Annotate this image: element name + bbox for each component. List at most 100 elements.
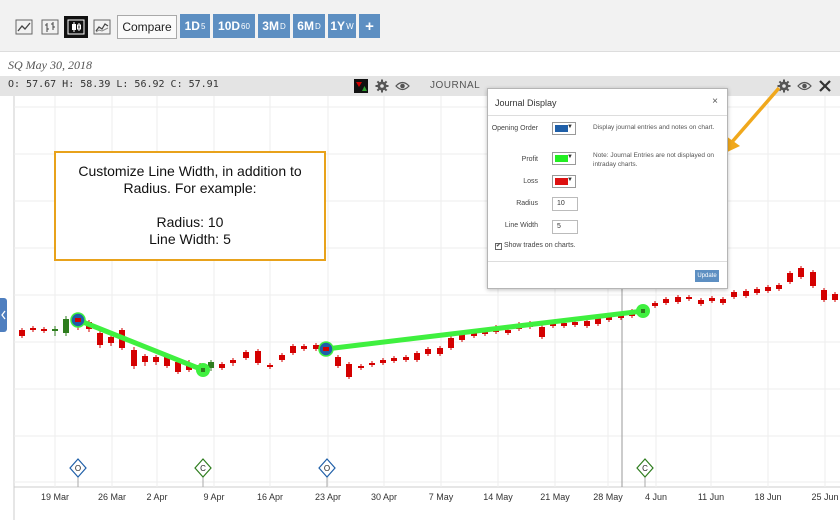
display-note: Display journal entries and notes on cha… <box>593 124 715 131</box>
dialog-title: Journal Display <box>495 98 557 108</box>
candle-body <box>698 300 704 304</box>
range-label: 6M <box>297 19 314 33</box>
x-axis-tick-label: 21 May <box>540 492 570 502</box>
journal-toggle-icon[interactable] <box>353 78 369 94</box>
marker-label: C <box>642 464 648 473</box>
range-label: + <box>365 17 374 35</box>
line-chart-icon[interactable] <box>12 16 36 38</box>
candle-body <box>425 349 431 354</box>
range-1y-button[interactable]: 1Y W <box>328 14 356 38</box>
range-sub: W <box>346 21 354 31</box>
candle-body <box>97 333 103 345</box>
line-width-input[interactable]: 5 <box>552 220 578 234</box>
radius-label: Radius <box>516 200 538 207</box>
x-axis-tick-label: 14 May <box>483 492 513 502</box>
x-axis-tick-label: 7 May <box>429 492 454 502</box>
range-label: 3M <box>262 19 279 33</box>
opening-order-label: Opening Order <box>491 125 538 132</box>
dialog-divider <box>488 115 727 116</box>
candle-body <box>505 330 511 333</box>
chart-toolbar: Compare 1D 5 10D 60 3M D 6M D 1Y W + <box>0 0 840 52</box>
dialog-close-icon[interactable]: × <box>712 96 718 107</box>
candle-body <box>448 338 454 348</box>
candle-body <box>754 289 760 293</box>
range-sub: 5 <box>200 21 206 31</box>
candle-body <box>810 272 816 286</box>
range-label: 1Y <box>330 19 346 33</box>
chevron-down-icon: ▼ <box>567 124 573 130</box>
loss-color-picker[interactable]: ▼ <box>552 175 576 188</box>
chevron-down-icon: ▼ <box>567 177 573 183</box>
candle-body <box>230 360 236 363</box>
marker-candle <box>201 368 205 372</box>
show-trades-label: Show trades on charts. <box>503 242 576 249</box>
candle-body <box>776 285 782 289</box>
candle-body <box>153 357 159 362</box>
marker-label: O <box>324 464 330 473</box>
marker-candle <box>323 347 329 351</box>
journal-eye-icon[interactable] <box>796 78 812 94</box>
candle-body <box>720 299 726 303</box>
candle-body <box>437 348 443 354</box>
chevron-down-icon: ▼ <box>567 154 573 160</box>
candle-body <box>832 294 838 300</box>
add-range-button[interactable]: + <box>359 14 380 38</box>
marker-candle <box>75 318 81 322</box>
show-trades-row[interactable]: ✔ Show trades on charts. <box>495 242 576 250</box>
ohlc-bar-icon[interactable] <box>38 16 62 38</box>
candle-body <box>572 322 578 325</box>
ohlc-readout: O: 57.67 H: 58.39 L: 56.92 C: 57.91 <box>8 79 219 90</box>
gear-icon[interactable] <box>374 78 390 94</box>
profit-label: Profit <box>521 156 538 163</box>
candle-body <box>731 292 737 297</box>
journal-panel-label: JOURNAL <box>430 80 481 91</box>
callout-line: Line Width: 5 <box>149 231 231 247</box>
opening-order-color-picker[interactable]: ▼ <box>552 122 576 135</box>
candle-body <box>108 337 114 343</box>
left-panel-toggle[interactable] <box>0 298 7 332</box>
callout-line: Radius: 10 <box>156 214 224 230</box>
candle-body <box>798 268 804 277</box>
range-3m-button[interactable]: 3M D <box>258 14 290 38</box>
range-sub: 60 <box>241 21 250 31</box>
range-label: 10D <box>218 19 241 33</box>
candle-body <box>821 290 827 300</box>
x-axis-tick-label: 9 Apr <box>203 492 224 502</box>
range-1d-button[interactable]: 1D 5 <box>180 14 210 38</box>
candlestick-icon[interactable] <box>64 16 88 38</box>
eye-icon[interactable] <box>394 78 410 94</box>
range-6m-button[interactable]: 6M D <box>293 14 325 38</box>
color-chip <box>555 155 568 162</box>
checkbox-checked-icon[interactable]: ✔ <box>495 243 502 250</box>
candle-body <box>675 297 681 302</box>
candle-body <box>539 327 545 337</box>
update-button[interactable]: Update <box>695 270 719 282</box>
dialog-divider <box>488 261 727 262</box>
journal-display-dialog: Journal Display × Opening Order ▼ Profit… <box>487 88 728 289</box>
marker-label: C <box>200 464 206 473</box>
candle-body <box>279 355 285 360</box>
candle-body <box>335 357 341 366</box>
x-axis-tick-label: 16 Apr <box>257 492 283 502</box>
close-icon[interactable] <box>817 78 833 94</box>
x-axis-tick-label: 30 Apr <box>371 492 397 502</box>
compare-button[interactable]: Compare <box>117 15 177 39</box>
candle-body <box>787 273 793 282</box>
area-chart-icon[interactable] <box>90 16 114 38</box>
callout-line: Customize Line Width, in addition to <box>78 163 302 179</box>
candle-body <box>709 298 715 301</box>
profit-color-picker[interactable]: ▼ <box>552 152 576 165</box>
radius-input[interactable]: 10 <box>552 197 578 211</box>
candle-body <box>391 358 397 361</box>
x-axis-tick-label: 28 May <box>593 492 623 502</box>
symbol-date: SQ May 30, 2018 <box>8 58 92 72</box>
candle-body <box>255 351 261 363</box>
range-sub: D <box>279 21 286 31</box>
range-10d-button[interactable]: 10D 60 <box>213 14 255 38</box>
trade-line-profit <box>325 308 644 352</box>
range-label: 1D <box>184 19 200 33</box>
color-chip <box>555 125 568 132</box>
candle-body <box>313 345 319 349</box>
candle-body <box>414 353 420 360</box>
candle-body <box>41 329 47 331</box>
